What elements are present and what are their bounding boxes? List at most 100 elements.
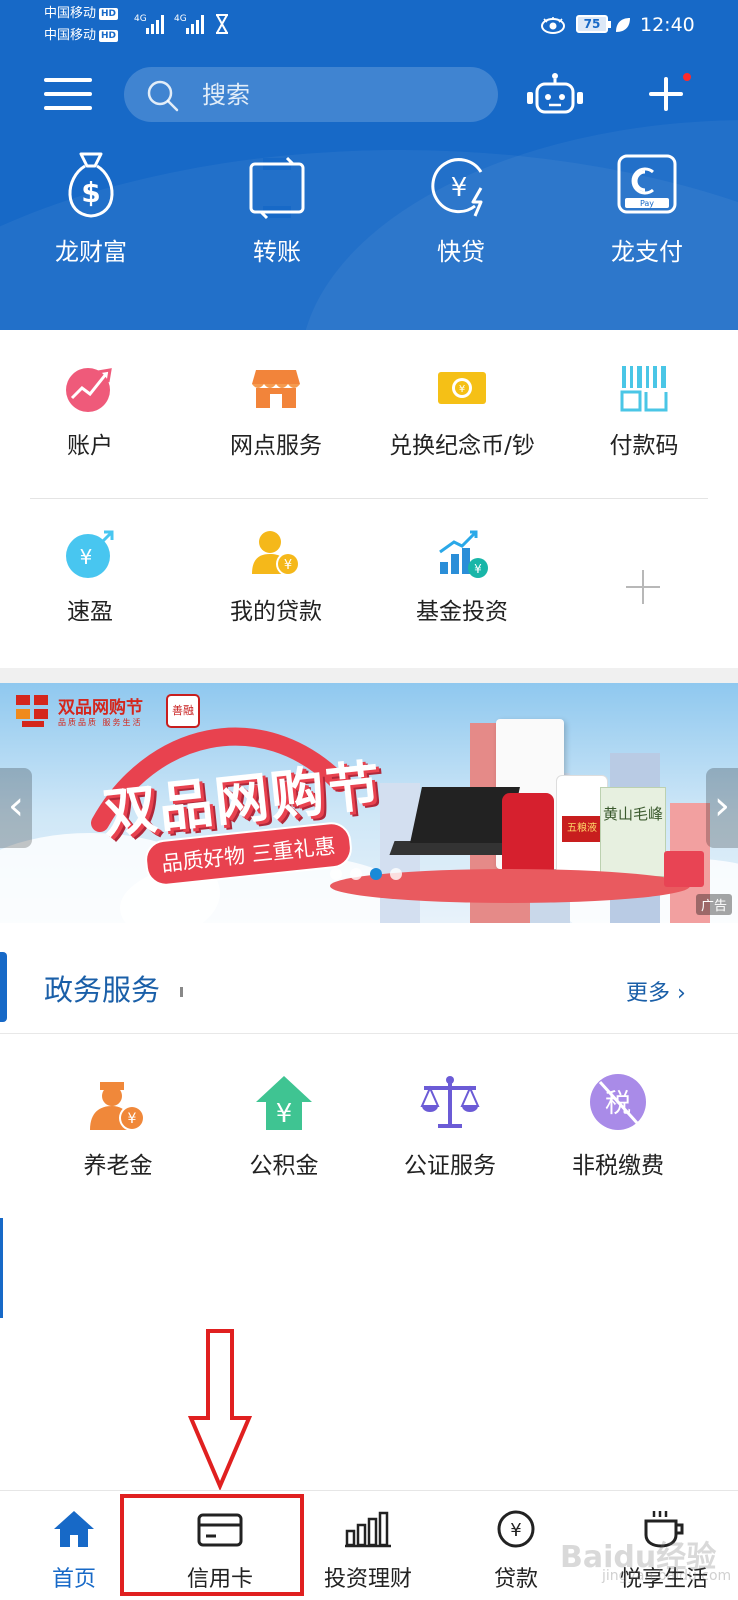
svg-text:¥: ¥ <box>276 1099 293 1129</box>
section-divider <box>0 1033 738 1034</box>
signal-icon: 4G <box>174 14 204 34</box>
add-service-icon[interactable] <box>624 568 662 606</box>
svg-text:¥: ¥ <box>451 173 468 203</box>
money-bag-icon: $ <box>68 152 114 218</box>
tab-home[interactable]: 首页 <box>14 1509 134 1593</box>
quick-action-label: 转账 <box>253 238 301 266</box>
annotation-highlight-box <box>120 1494 304 1596</box>
banner-seal: 善融 <box>166 694 200 728</box>
gov-item-housing-fund[interactable]: ¥ 公积金 <box>194 1072 374 1180</box>
brand-logo-icon <box>16 695 48 727</box>
svg-text:4G: 4G <box>174 14 187 24</box>
payment-code-icon <box>620 366 668 412</box>
svg-text:¥: ¥ <box>128 1111 137 1127</box>
svg-text:¥: ¥ <box>284 558 292 573</box>
app-header: 中国移动 HD 中国移动 HD 4G 4G 75 12:40 搜索 $ 龙财富 … <box>0 0 738 330</box>
watermark-sub: jingyan.baidu.com <box>602 1568 732 1584</box>
hamburger-menu-icon[interactable] <box>44 78 92 112</box>
gov-item-notary[interactable]: 公证服务 <box>360 1072 540 1180</box>
tab-investment[interactable]: 投资理财 <box>308 1509 428 1593</box>
non-tax-icon: 税 <box>590 1074 646 1130</box>
quick-action-pay[interactable]: Pay 龙支付 <box>577 150 717 267</box>
transfer-icon <box>249 156 305 220</box>
carrier-label-1: 中国移动 HD <box>44 6 119 21</box>
status-time: 12:40 <box>640 14 695 36</box>
housing-fund-icon: ¥ <box>256 1076 312 1130</box>
scale-icon <box>420 1076 480 1128</box>
carousel-dot[interactable] <box>390 868 402 880</box>
service-payment-code[interactable]: 付款码 <box>554 362 734 460</box>
ad-badge: 广告 <box>695 894 732 915</box>
service-fund-investment[interactable]: ¥ 基金投资 <box>372 528 552 626</box>
svg-text:¥: ¥ <box>459 384 465 395</box>
banner-next-arrow[interactable]: › <box>706 768 738 848</box>
coin-exchange-icon: ¥ <box>438 372 486 404</box>
robot-assistant-icon[interactable] <box>525 72 585 118</box>
quick-action-loan[interactable]: ¥ 快贷 <box>391 150 531 267</box>
service-quick-profit[interactable]: ¥ 速盈 <box>0 528 180 626</box>
quick-action-label: 快贷 <box>437 238 485 266</box>
gov-item-non-tax[interactable]: 税 非税缴费 <box>528 1072 708 1180</box>
svg-text:$: $ <box>81 176 100 209</box>
section-tick-mark <box>180 987 183 997</box>
add-plus-icon[interactable] <box>648 76 684 112</box>
tab-label: 首页 <box>51 1567 96 1592</box>
service-label: 网点服务 <box>230 433 322 459</box>
service-label: 兑换纪念币/钞 <box>389 433 535 459</box>
carousel-dots <box>330 865 410 884</box>
svg-text:¥: ¥ <box>510 1520 521 1541</box>
my-loan-icon: ¥ <box>252 531 300 576</box>
carousel-dot-active[interactable] <box>370 868 382 880</box>
svg-text:4G: 4G <box>134 14 147 24</box>
annotation-arrow-icon <box>188 1329 252 1490</box>
status-bar: 中国移动 HD 中国移动 HD 4G 4G 75 12:40 <box>0 0 738 50</box>
leaf-icon <box>616 18 630 32</box>
pension-icon: ¥ <box>90 1082 145 1131</box>
tab-label: 贷款 <box>493 1567 538 1592</box>
svg-text:¥: ¥ <box>474 562 482 576</box>
banner-prev-arrow[interactable]: ‹ <box>0 768 32 848</box>
service-account[interactable]: 账户 <box>0 362 180 460</box>
tea-box-image: 黄山毛峰 <box>600 787 666 877</box>
pay-icon: Pay <box>617 154 677 214</box>
search-bar[interactable] <box>124 67 498 122</box>
service-label: 速盈 <box>67 599 113 625</box>
svg-text:¥: ¥ <box>80 545 93 569</box>
carousel-dot[interactable] <box>330 868 342 880</box>
tab-loan[interactable]: ¥ 贷款 <box>456 1509 576 1593</box>
branch-store-icon <box>252 370 300 408</box>
quick-action-wealth[interactable]: $ 龙财富 <box>21 150 161 267</box>
gov-item-label: 公积金 <box>249 1153 319 1179</box>
signal-icon: 4G <box>134 14 164 34</box>
carousel-dot[interactable] <box>350 868 362 880</box>
account-chart-icon <box>66 368 112 412</box>
bar-chart-icon <box>345 1511 391 1548</box>
promo-banner[interactable]: 双品网购节 品质品质 服务生活 善融 双品网购节 品质好物 三重礼惠 五粮液 黄… <box>0 683 738 923</box>
gov-item-label: 养老金 <box>83 1153 153 1179</box>
quick-profit-icon: ¥ <box>66 530 114 578</box>
section-accent-bar <box>0 952 7 1022</box>
search-input[interactable] <box>202 77 482 113</box>
quick-action-label: 龙财富 <box>55 238 127 266</box>
eye-comfort-icon <box>541 17 565 34</box>
service-label: 我的贷款 <box>230 599 322 625</box>
side-accent-bar <box>0 1218 3 1318</box>
notification-dot <box>681 71 693 83</box>
service-coin-exchange[interactable]: ¥ 兑换纪念币/钞 <box>372 362 552 460</box>
home-icon <box>54 1511 94 1547</box>
grid-divider <box>30 498 708 499</box>
quick-action-transfer[interactable]: 转账 <box>207 150 347 267</box>
banner-brand-sub: 品质品质 服务生活 <box>58 718 143 727</box>
section-title: 政务服务 <box>44 973 161 1007</box>
yuan-coin-icon: ¥ <box>497 1510 535 1548</box>
bottle-label: 五粮液 <box>562 816 602 842</box>
quick-action-label: 龙支付 <box>611 238 683 266</box>
hourglass-icon <box>216 14 228 34</box>
gov-item-pension[interactable]: ¥ 养老金 <box>28 1072 208 1180</box>
gift-box-image <box>664 851 704 887</box>
more-link[interactable]: 更多 › <box>626 975 686 1007</box>
service-my-loan[interactable]: ¥ 我的贷款 <box>186 528 366 626</box>
search-icon <box>147 80 179 112</box>
service-label: 付款码 <box>609 433 679 459</box>
service-branch[interactable]: 网点服务 <box>186 362 366 460</box>
